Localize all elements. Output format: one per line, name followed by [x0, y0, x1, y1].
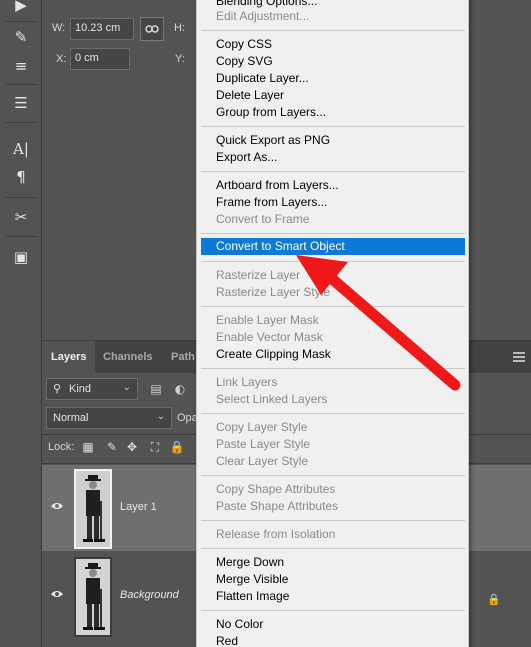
menu-separator	[201, 306, 465, 307]
menu-separator	[201, 233, 465, 234]
menu-item-group-from-layers[interactable]: Group from Layers...	[197, 104, 468, 121]
scissors-icon[interactable]: ✂	[8, 206, 34, 228]
menu-item-copy-svg[interactable]: Copy SVG	[197, 53, 468, 70]
menu-item-copy-shape-attributes[interactable]: Copy Shape Attributes	[197, 481, 468, 498]
menu-separator	[201, 413, 465, 414]
menu-item-enable-vector-mask[interactable]: Enable Vector Mask	[197, 329, 468, 346]
link-dimensions-button[interactable]	[140, 17, 164, 41]
link-icon	[145, 25, 159, 33]
figure-thumbnail-image	[76, 471, 110, 547]
image-filter-icon[interactable]: ▤	[148, 381, 164, 397]
menu-item-copy-css[interactable]: Copy CSS	[197, 36, 468, 53]
lock-transparency-icon[interactable]: ▦	[80, 439, 96, 455]
menu-item-enable-layer-mask[interactable]: Enable Layer Mask	[197, 312, 468, 329]
eye-icon[interactable]	[50, 589, 64, 599]
x-field[interactable]: 0 cm	[70, 48, 130, 70]
figure-thumbnail-image	[76, 559, 110, 635]
search-icon: ⚲	[53, 382, 62, 395]
divider	[6, 21, 36, 22]
x-label: X:	[56, 53, 67, 65]
tab-channels[interactable]: Channels	[94, 341, 162, 373]
chevron-down-icon: ⌄	[122, 382, 131, 393]
menu-item-delete-layer[interactable]: Delete Layer	[197, 87, 468, 104]
menu-item-flatten-image[interactable]: Flatten Image	[197, 588, 468, 605]
lock-position-icon[interactable]: ✥	[124, 439, 140, 455]
play-icon[interactable]: ▶	[8, 0, 34, 16]
menu-separator	[201, 171, 465, 172]
lock-icon: 🔒	[487, 593, 501, 606]
menu-item-merge-visible[interactable]: Merge Visible	[197, 571, 468, 588]
menu-item-merge-down[interactable]: Merge Down	[197, 554, 468, 571]
paragraph-icon[interactable]: ¶	[8, 166, 34, 188]
filter-kind-select[interactable]: ⚲ Kind ⌄	[46, 378, 138, 400]
menu-item-release-from-isolation[interactable]: Release from Isolation	[197, 526, 468, 543]
menu-item-select-linked-layers[interactable]: Select Linked Layers	[197, 391, 468, 408]
y-label: Y:	[175, 53, 185, 65]
divider	[6, 84, 36, 85]
menu-separator	[201, 126, 465, 127]
menu-separator	[201, 261, 465, 262]
menu-item-paste-layer-style[interactable]: Paste Layer Style	[197, 436, 468, 453]
lock-paint-icon[interactable]: ✎	[104, 439, 120, 455]
width-label: W:	[52, 22, 66, 34]
menu-item-copy-layer-style[interactable]: Copy Layer Style	[197, 419, 468, 436]
menu-item-convert-to-smart-object[interactable]: Convert to Smart Object	[201, 238, 465, 255]
menu-separator	[201, 368, 465, 369]
layer-name[interactable]: Layer 1	[120, 501, 157, 513]
menu-item-no-color[interactable]: No Color	[197, 616, 468, 633]
adjustment-filter-icon[interactable]: ◐	[172, 381, 188, 397]
menu-item-quick-export-png[interactable]: Quick Export as PNG	[197, 132, 468, 149]
layer-name[interactable]: Background	[120, 589, 179, 601]
menu-item-frame-from-layers[interactable]: Frame from Layers...	[197, 194, 468, 211]
lock-artboard-icon[interactable]: ⛶	[147, 439, 163, 455]
menu-separator	[201, 475, 465, 476]
lock-label: Lock:	[48, 441, 75, 453]
menu-item-paste-shape-attributes[interactable]: Paste Shape Attributes	[197, 498, 468, 515]
menu-item-convert-to-frame[interactable]: Convert to Frame	[197, 211, 468, 228]
tools-panel: ▶ ✎ ≡ ☰ A| ¶ ✂ ▣	[0, 0, 42, 647]
menu-item-export-as[interactable]: Export As...	[197, 149, 468, 166]
filter-kind-value: Kind	[69, 383, 92, 395]
blend-mode-select[interactable]: Normal ⌄	[46, 407, 172, 429]
panel-menu-icon[interactable]	[513, 352, 525, 362]
menu-separator	[201, 610, 465, 611]
book-icon[interactable]: ▣	[8, 246, 34, 268]
opacity-label: Opa	[177, 412, 198, 424]
lock-icon[interactable]: 🔒	[169, 439, 185, 455]
divider	[6, 236, 36, 237]
eye-icon[interactable]	[50, 501, 64, 511]
menu-separator	[201, 520, 465, 521]
stamp-list-icon[interactable]: ☰	[8, 92, 34, 114]
adjust-icon[interactable]: ≡	[8, 55, 34, 77]
menu-item-link-layers[interactable]: Link Layers	[197, 374, 468, 391]
menu-item-clear-layer-style[interactable]: Clear Layer Style	[197, 453, 468, 470]
brush-settings-icon[interactable]: ✎	[8, 26, 34, 48]
menu-separator	[201, 548, 465, 549]
layer-context-menu: Blending Options... Edit Adjustment... C…	[196, 0, 469, 647]
layer-thumbnail	[74, 557, 112, 637]
blend-mode-value: Normal	[53, 412, 89, 424]
menu-item-duplicate-layer[interactable]: Duplicate Layer...	[197, 70, 468, 87]
divider	[6, 122, 36, 123]
menu-item-rasterize-layer-style[interactable]: Rasterize Layer Style	[197, 284, 468, 301]
menu-separator	[201, 30, 465, 31]
menu-item-rasterize-layer[interactable]: Rasterize Layer	[197, 267, 468, 284]
menu-item-edit-adjustment[interactable]: Edit Adjustment...	[197, 8, 468, 25]
layer-thumbnail	[74, 469, 112, 549]
divider	[6, 197, 36, 198]
height-label: H:	[174, 22, 185, 34]
text-cursor-icon[interactable]: A|	[8, 138, 34, 160]
menu-item-create-clipping-mask[interactable]: Create Clipping Mask	[197, 346, 468, 363]
tab-layers[interactable]: Layers	[42, 341, 96, 373]
menu-item-red[interactable]: Red	[197, 633, 468, 647]
menu-item-artboard-from-layers[interactable]: Artboard from Layers...	[197, 177, 468, 194]
chevron-down-icon: ⌄	[156, 411, 165, 422]
width-field[interactable]: 10.23 cm	[70, 18, 134, 40]
